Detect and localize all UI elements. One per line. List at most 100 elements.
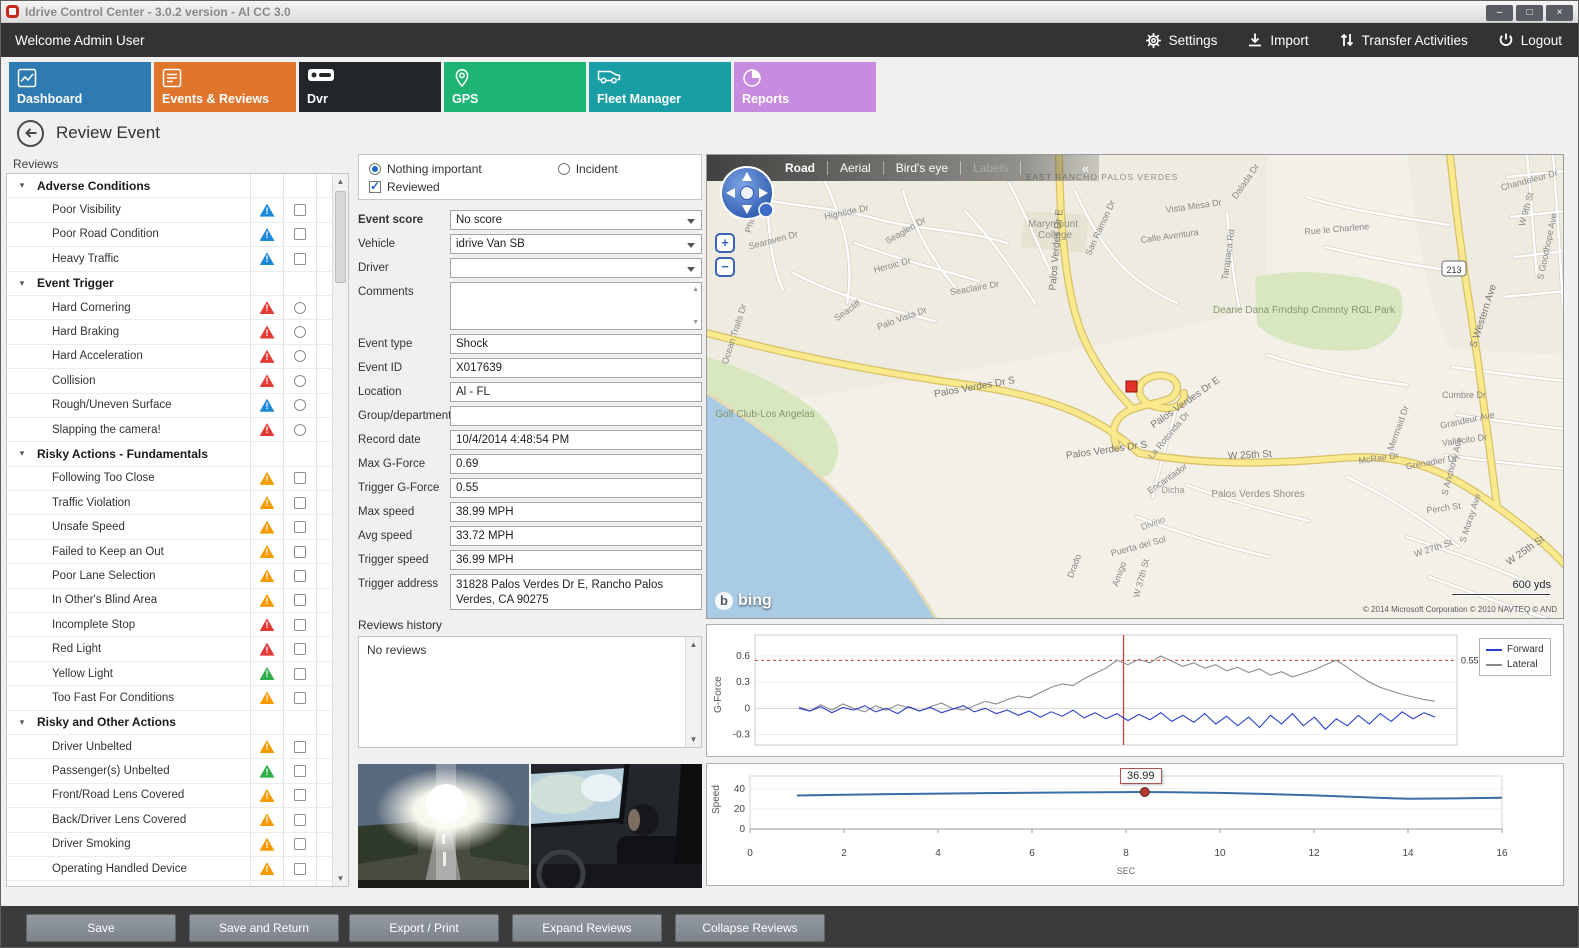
map[interactable]: EAST RANCHO PALOS VERDESMarymountCollege… (706, 154, 1564, 619)
passenger-s-unbelted-checkbox[interactable] (294, 765, 306, 777)
max-g-force-field[interactable]: 0.69 (450, 454, 702, 474)
review-item-poor-visibility[interactable]: Poor Visibility! (7, 198, 332, 222)
review-item-poor-lane-selection[interactable]: Poor Lane Selection! (7, 564, 332, 588)
review-item-back-driver-lens-covered[interactable]: Back/Driver Lens Covered! (7, 808, 332, 832)
scroll-down-icon[interactable]: ▼ (333, 871, 348, 886)
location-field[interactable]: Al - FL (450, 382, 702, 402)
review-item-incomplete-stop[interactable]: Incomplete Stop! (7, 613, 332, 637)
tab-dvr[interactable]: Dvr (299, 62, 441, 112)
in-other-s-blind-area-checkbox[interactable] (294, 594, 306, 606)
road-camera-frame[interactable] (358, 764, 529, 888)
scroll-down-icon[interactable]: ▼ (692, 319, 699, 326)
zoom-out-button[interactable]: − (715, 257, 735, 277)
review-item-yellow-light[interactable]: Yellow Light! (7, 662, 332, 686)
avg-speed-field[interactable]: 33.72 MPH (450, 526, 702, 546)
collapse-caret-icon[interactable]: ▾ (7, 278, 37, 289)
option-incident[interactable]: Incident (558, 162, 618, 176)
map-view-labels[interactable]: Labels (973, 161, 1021, 175)
review-item-driver-smoking[interactable]: Driver Smoking! (7, 833, 332, 857)
failed-to-keep-an-out-checkbox[interactable] (294, 546, 306, 558)
collision-radio[interactable] (294, 375, 306, 387)
tab-dashboard[interactable]: Dashboard (9, 62, 151, 112)
scroll-up-icon[interactable]: ▲ (686, 637, 701, 652)
event-location-marker[interactable] (1126, 381, 1137, 392)
review-group-event-trigger[interactable]: ▾Event Trigger (7, 272, 332, 296)
record-date-field[interactable]: 10/4/2014 4:48:54 PM (450, 430, 702, 450)
save-button[interactable]: Save (26, 914, 176, 942)
review-item-following-too-close[interactable]: Following Too Close! (7, 467, 332, 491)
history-scrollbar[interactable]: ▲▼ (685, 637, 701, 747)
review-item-slapping-the-camera[interactable]: Slapping the camera!! (7, 418, 332, 442)
review-group-risky-and-other-actions[interactable]: ▾Risky and Other Actions (7, 711, 332, 735)
reviewed-checkbox[interactable] (369, 181, 381, 193)
trigger-g-force-field[interactable]: 0.55 (450, 478, 702, 498)
tab-fleet-manager[interactable]: Fleet Manager (589, 62, 731, 112)
review-item-failed-to-keep-an-out[interactable]: Failed to Keep an Out! (7, 540, 332, 564)
option-nothing-important[interactable]: Nothing important (369, 162, 482, 176)
scroll-up-icon[interactable]: ▲ (692, 286, 699, 293)
review-item-in-other-s-blind-area[interactable]: In Other's Blind Area! (7, 589, 332, 613)
tab-gps[interactable]: GPS (444, 62, 586, 112)
header-import[interactable]: Import (1247, 32, 1308, 48)
zoom-in-button[interactable]: + (715, 233, 735, 253)
incomplete-stop-checkbox[interactable] (294, 619, 306, 631)
traffic-violation-checkbox[interactable] (294, 497, 306, 509)
review-item-passenger-s-unbelted[interactable]: Passenger(s) Unbelted! (7, 759, 332, 783)
reviews-scrollbar[interactable]: ▲ ▼ (332, 174, 348, 886)
yellow-light-checkbox[interactable] (294, 668, 306, 680)
option-reviewed[interactable]: Reviewed (369, 180, 440, 194)
collapse-caret-icon[interactable]: ▾ (7, 717, 37, 728)
review-item-front-road-lens-covered[interactable]: Front/Road Lens Covered! (7, 784, 332, 808)
review-item-poor-road-condition[interactable]: Poor Road Condition! (7, 223, 332, 247)
poor-lane-selection-checkbox[interactable] (294, 570, 306, 582)
red-light-checkbox[interactable] (294, 643, 306, 655)
review-item-too-fast-for-conditions[interactable]: Too Fast For Conditions! (7, 686, 332, 710)
review-item-heavy-traffic[interactable]: Heavy Traffic! (7, 247, 332, 271)
collapse-caret-icon[interactable]: ▾ (7, 180, 37, 191)
driver-unbelted-checkbox[interactable] (294, 741, 306, 753)
header-transfer-activities[interactable]: Transfer Activities (1339, 32, 1468, 48)
review-item-hard-cornering[interactable]: Hard Cornering! (7, 296, 332, 320)
map-compass[interactable] (719, 165, 783, 229)
review-group-risky-actions-fundamentals[interactable]: ▾Risky Actions - Fundamentals (7, 442, 332, 466)
following-too-close-checkbox[interactable] (294, 472, 306, 484)
expand-reviews-button[interactable]: Expand Reviews (512, 914, 662, 942)
operating-handled-device-checkbox[interactable] (294, 863, 306, 875)
trigger-speed-marker[interactable] (1140, 788, 1149, 797)
unsafe-speed-checkbox[interactable] (294, 521, 306, 533)
export-print-button[interactable]: Export / Print (349, 914, 499, 942)
review-item-item[interactable]: ! (7, 881, 332, 886)
hard-acceleration-radio[interactable] (294, 350, 306, 362)
incident-radio[interactable] (558, 163, 570, 175)
collapse-reviews-button[interactable]: Collapse Reviews (675, 914, 825, 942)
review-item-rough-uneven-surface[interactable]: Rough/Uneven Surface! (7, 394, 332, 418)
hard-cornering-radio[interactable] (294, 302, 306, 314)
comments-textarea[interactable]: ▲▼ (450, 282, 702, 330)
collapse-caret-icon[interactable]: ▾ (7, 448, 37, 459)
review-item-red-light[interactable]: Red Light! (7, 637, 332, 661)
nothing-important-radio[interactable] (369, 163, 381, 175)
map-view-bird-s-eye[interactable]: Bird's eye (896, 161, 961, 175)
event-id-field[interactable]: X017639 (450, 358, 702, 378)
review-item-operating-handled-device[interactable]: Operating Handled Device! (7, 857, 332, 881)
cabin-camera-frame[interactable] (531, 764, 702, 888)
review-item-collision[interactable]: Collision! (7, 369, 332, 393)
trigger-speed-field[interactable]: 36.99 MPH (450, 550, 702, 570)
header-logout[interactable]: Logout (1498, 32, 1562, 48)
poor-visibility-checkbox[interactable] (294, 204, 306, 216)
review-item-hard-braking[interactable]: Hard Braking! (7, 320, 332, 344)
poor-road-condition-checkbox[interactable] (294, 228, 306, 240)
review-item-traffic-violation[interactable]: Traffic Violation! (7, 491, 332, 515)
close-button[interactable]: × (1546, 5, 1573, 21)
driver-select[interactable] (450, 258, 702, 278)
review-item-hard-acceleration[interactable]: Hard Acceleration! (7, 345, 332, 369)
back-driver-lens-covered-checkbox[interactable] (294, 814, 306, 826)
group-department-field[interactable] (450, 406, 702, 426)
front-road-lens-covered-checkbox[interactable] (294, 789, 306, 801)
tab-events-reviews[interactable]: Events & Reviews (154, 62, 296, 112)
heavy-traffic-checkbox[interactable] (294, 253, 306, 265)
header-settings[interactable]: Settings (1145, 32, 1218, 49)
tab-reports[interactable]: Reports (734, 62, 876, 112)
save-and-return-button[interactable]: Save and Return (189, 914, 339, 942)
vehicle-select[interactable]: idrive Van SB (450, 234, 702, 254)
